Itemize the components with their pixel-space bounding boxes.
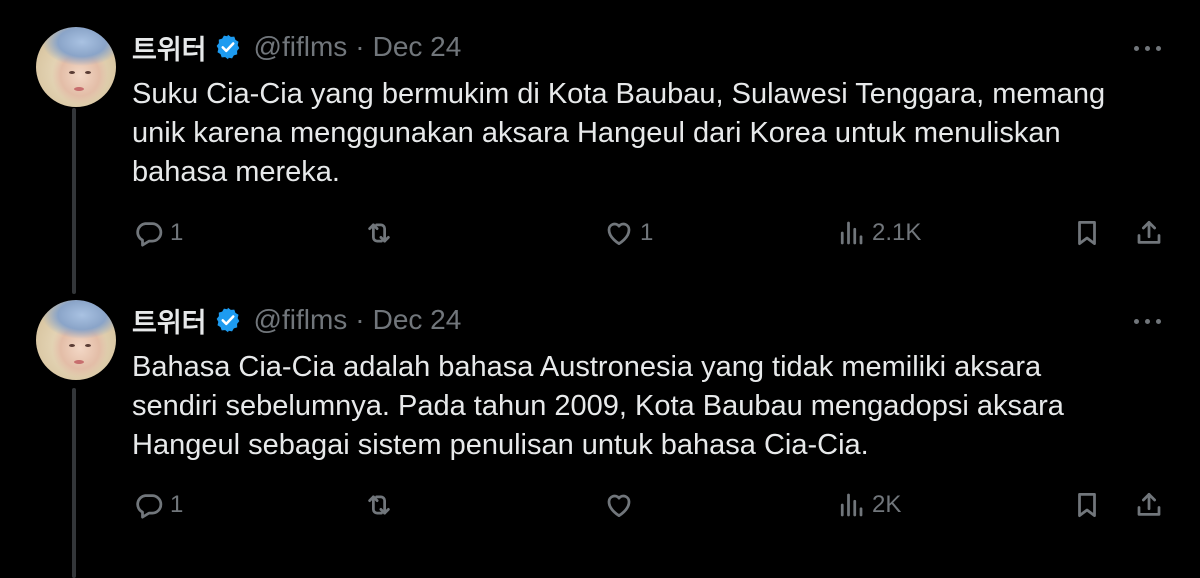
tweet-text-line: unik karena menggunakan aksara Hangeul d… bbox=[132, 117, 1061, 149]
tweet-text: Suku Cia-Cia yang bermukim di Kota Bauba… bbox=[132, 75, 1172, 192]
tweet-text: Bahasa Cia-Cia adalah bahasa Austronesia… bbox=[132, 348, 1172, 465]
thread-line bbox=[72, 108, 76, 294]
separator: · bbox=[355, 31, 365, 62]
views-button[interactable]: 2.1K bbox=[836, 218, 921, 248]
more-options-icon[interactable] bbox=[1132, 317, 1166, 327]
display-name[interactable]: 트위터 bbox=[132, 301, 207, 340]
avatar[interactable] bbox=[36, 300, 116, 380]
tweet[interactable]: 트위터 @fiflms · Dec 24 Suku Cia-Cia yang b… bbox=[0, 0, 1200, 294]
retweet-icon bbox=[368, 223, 390, 243]
tweet-header: 트위터 @fiflms · Dec 24 bbox=[132, 301, 462, 340]
reply-button[interactable]: 1 bbox=[134, 490, 183, 520]
tweet-text-line: bahasa mereka. bbox=[132, 156, 340, 188]
bookmark-icon bbox=[1078, 493, 1096, 517]
tweet-text-line: Bahasa Cia-Cia adalah bahasa Austronesia… bbox=[132, 351, 1042, 383]
share-icon bbox=[1137, 493, 1161, 516]
action-bar: 1 1 2.1K bbox=[0, 218, 1200, 254]
reply-icon bbox=[136, 494, 163, 519]
handle[interactable]: @fiflms bbox=[254, 304, 348, 336]
action-bar: 1 2K bbox=[0, 490, 1200, 526]
display-name[interactable]: 트위터 bbox=[132, 28, 207, 67]
share-button[interactable] bbox=[1134, 490, 1164, 520]
timestamp[interactable]: Dec 24 bbox=[373, 304, 462, 336]
more-options-icon[interactable] bbox=[1132, 44, 1166, 54]
bookmark-button[interactable] bbox=[1072, 218, 1102, 248]
tweet[interactable]: 트위터 @fiflms · Dec 24 Bahasa Cia-Cia adal… bbox=[0, 280, 1200, 578]
handle[interactable]: @fiflms bbox=[254, 31, 348, 63]
tweet-text-line: Hangeul sebagai sistem penulisan untuk b… bbox=[132, 429, 869, 461]
verified-badge-icon bbox=[216, 34, 239, 60]
separator: · bbox=[355, 304, 365, 335]
like-button[interactable]: 1 bbox=[604, 218, 653, 248]
verified-badge-icon bbox=[216, 307, 239, 333]
reply-icon bbox=[136, 222, 163, 247]
heart-icon bbox=[607, 222, 631, 245]
heart-icon bbox=[607, 494, 631, 517]
retweet-button[interactable] bbox=[364, 490, 400, 520]
like-count: 1 bbox=[640, 219, 654, 246]
bookmark-button[interactable] bbox=[1072, 490, 1102, 520]
timestamp[interactable]: Dec 24 bbox=[373, 31, 462, 63]
views-chart-icon bbox=[840, 221, 863, 245]
retweet-icon bbox=[368, 495, 390, 515]
retweet-button[interactable] bbox=[364, 218, 400, 248]
view-count: 2.1K bbox=[872, 219, 922, 246]
share-button[interactable] bbox=[1134, 218, 1164, 248]
views-chart-icon bbox=[840, 493, 863, 517]
reply-count: 1 bbox=[170, 491, 184, 518]
bookmark-icon bbox=[1078, 221, 1096, 245]
avatar[interactable] bbox=[36, 27, 116, 107]
reply-count: 1 bbox=[170, 219, 184, 246]
view-count: 2K bbox=[872, 491, 902, 518]
views-button[interactable]: 2K bbox=[836, 490, 901, 520]
tweet-header: 트위터 @fiflms · Dec 24 bbox=[132, 28, 462, 67]
tweet-text-line: Suku Cia-Cia yang bermukim di Kota Bauba… bbox=[132, 78, 1106, 110]
thread-line bbox=[72, 388, 76, 578]
like-button[interactable] bbox=[604, 490, 640, 520]
tweet-text-line: sendiri sebelumnya. Pada tahun 2009, Kot… bbox=[132, 390, 1064, 422]
reply-button[interactable]: 1 bbox=[134, 218, 183, 248]
share-icon bbox=[1137, 221, 1161, 244]
